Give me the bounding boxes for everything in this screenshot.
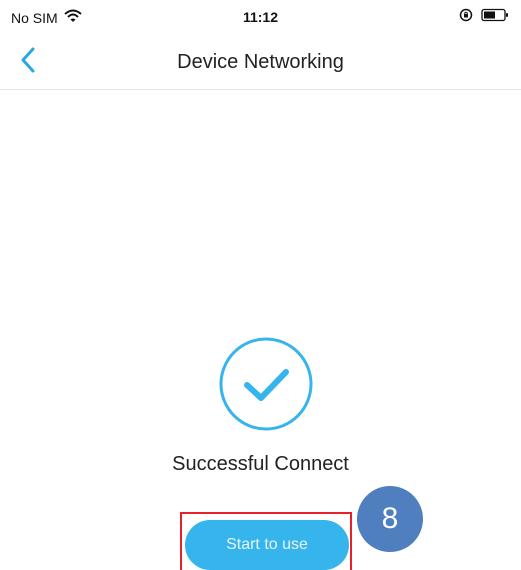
status-indicators — [459, 8, 509, 27]
status-bar: No SIM 11:12 — [0, 0, 521, 40]
success-message: Successful Connect — [172, 453, 349, 475]
battery-icon — [481, 8, 509, 27]
navigation-bar: Device Networking — [0, 40, 521, 90]
page-title: Device Networking — [177, 51, 344, 73]
step-number-badge: 8 — [357, 486, 423, 552]
orientation-lock-icon — [459, 8, 473, 27]
step-number-label: 8 — [381, 502, 399, 535]
device-networking-screen: No SIM 11:12 Device Networking Successfu… — [0, 0, 521, 570]
check-circle-icon — [218, 336, 314, 432]
start-to-use-button[interactable]: Start to use — [185, 520, 349, 570]
status-time: 11:12 — [242, 9, 279, 25]
